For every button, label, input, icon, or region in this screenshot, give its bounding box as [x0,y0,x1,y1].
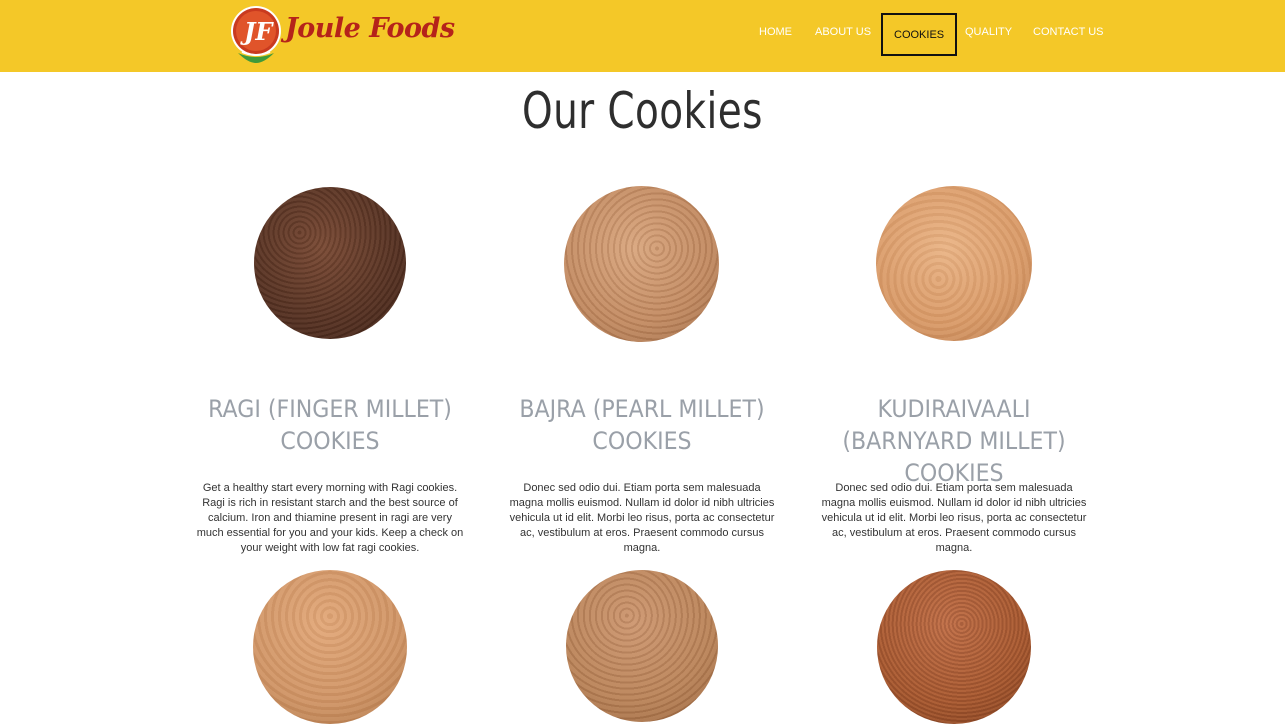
product-title-bajra: BAJRA (PEARL MILLET) COOKIES [519,395,765,455]
nav-item-cookies[interactable]: COOKIES [881,13,958,56]
site-header: JF Joule Foods HOME ABOUT US COOKIES QUA… [0,0,1285,72]
cookie-image [253,570,407,724]
product-desc-bajra: Donec sed odio dui. Etiam porta sem male… [509,482,775,554]
cookie-image [566,570,718,722]
product-desc-ragi: Get a healthy start every morning with R… [196,482,464,554]
joule-foods-logo[interactable]: JF Joule Foods [228,3,455,63]
product-desc-kudiraivaali: Donec sed odio dui. Etiam porta sem male… [821,482,1087,554]
logo-text: Joule Foods [285,13,455,44]
ragi-cookie-image [254,187,406,339]
nav-item-quality[interactable]: QUALITY [965,26,1012,38]
bajra-cookie-image [564,186,719,342]
kudiraivaali-cookie-image [876,186,1032,341]
product-title-ragi: RAGI (FINGER MILLET) COOKIES [208,395,452,455]
cookie-image [877,570,1031,724]
product-title-kudiraivaali: KUDIRAIVAALI (BARNYARD MILLET) COOKIES [842,395,1066,487]
nav-item-contact-us[interactable]: CONTACT US [1033,26,1104,38]
nav-item-home[interactable]: HOME [759,26,792,38]
page-title: Our Cookies [521,82,763,140]
nav-item-about-us[interactable]: ABOUT US [815,26,871,38]
logo-mark-text: JF [240,17,274,46]
